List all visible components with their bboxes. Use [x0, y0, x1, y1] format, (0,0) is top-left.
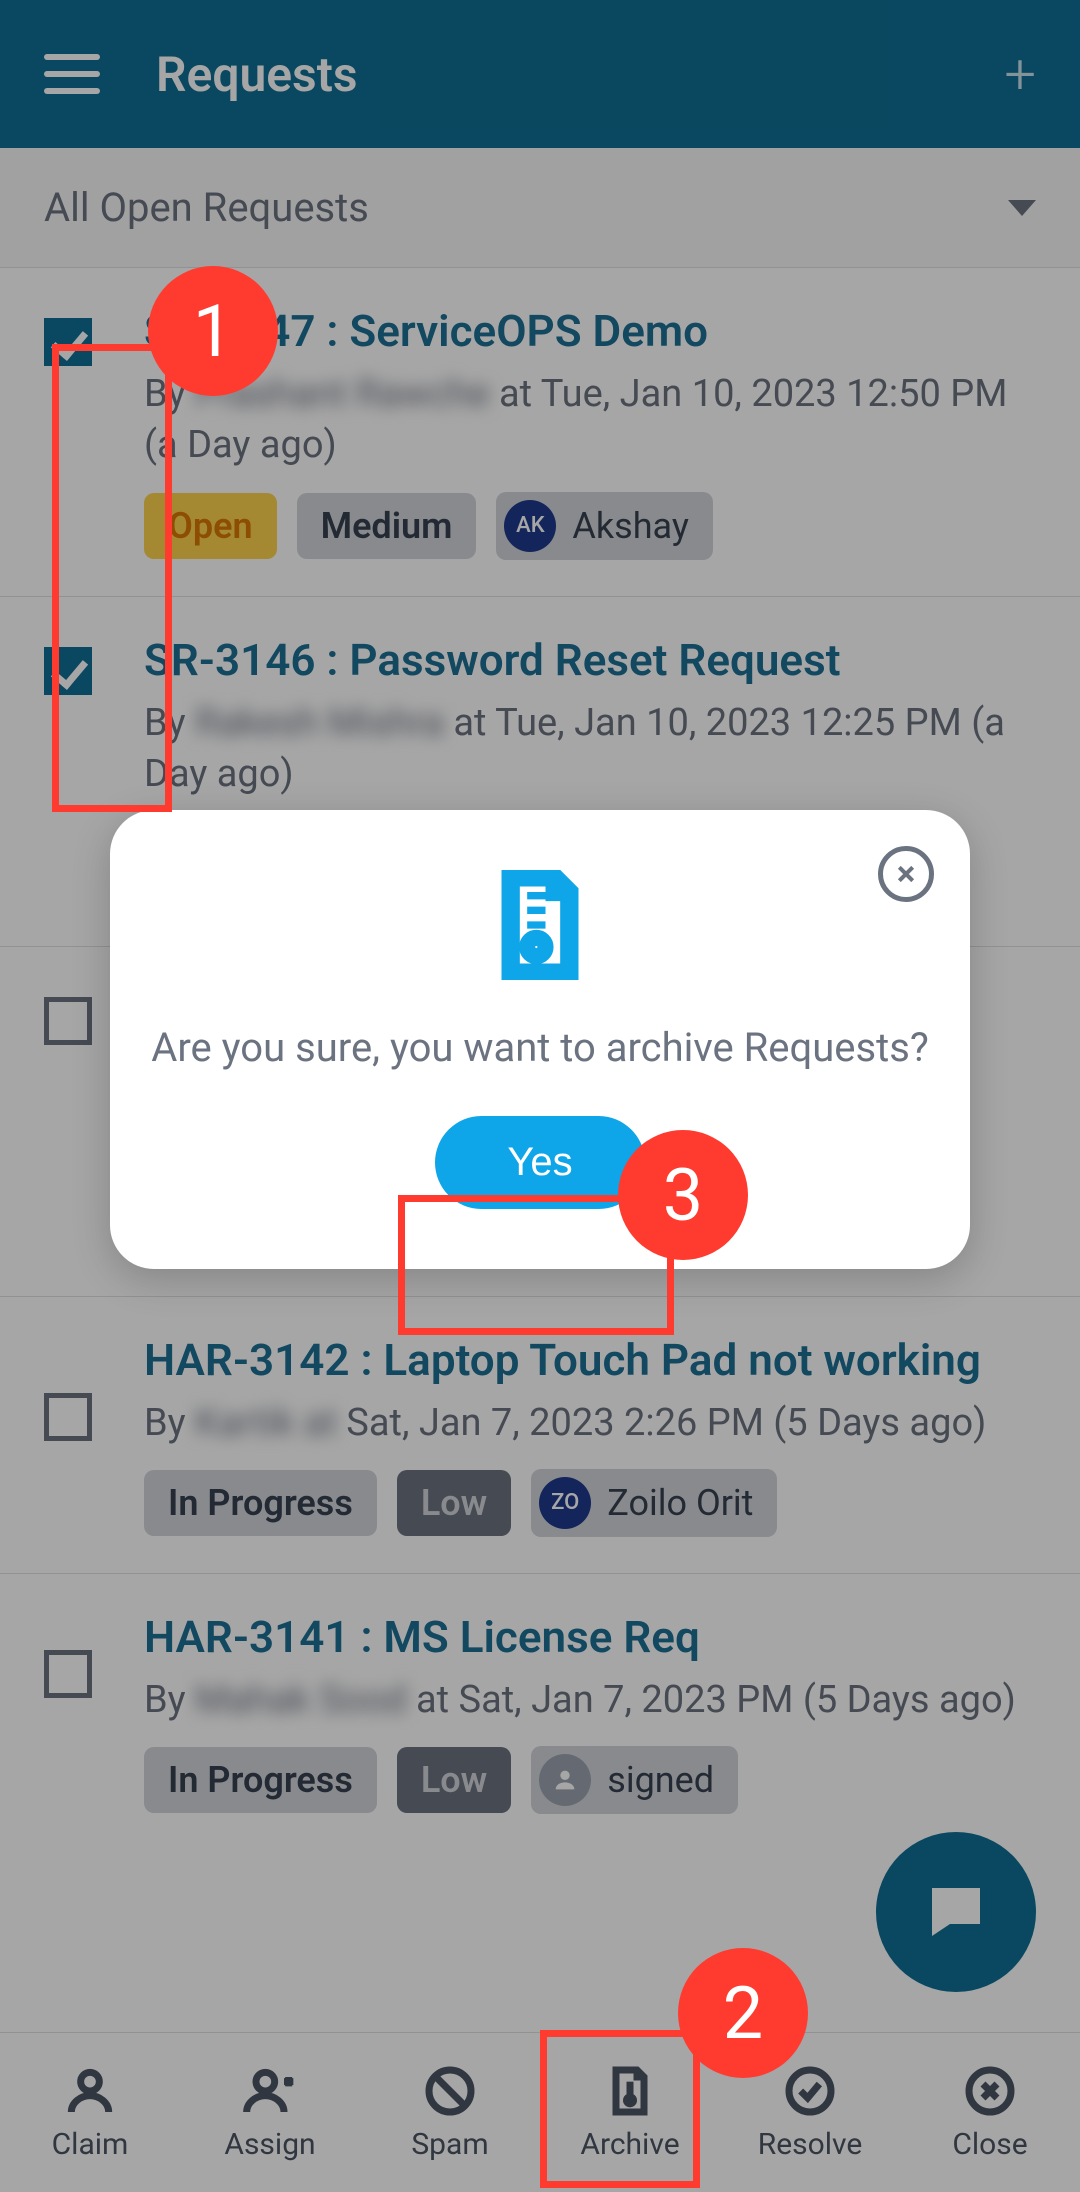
modal-message: Are you sure, you want to archive Reques…	[150, 1020, 930, 1076]
annotation-callout-3: 3	[618, 1130, 748, 1260]
archive-file-icon	[495, 870, 585, 980]
annotation-box-1	[52, 344, 172, 812]
annotation-box-2	[540, 2030, 700, 2188]
app-root: Requests + All Open Requests SR-3147 : S…	[0, 0, 1080, 2192]
modal-close-button[interactable]	[878, 846, 934, 902]
close-icon	[890, 858, 922, 890]
annotation-callout-2: 2	[678, 1948, 808, 2078]
annotation-callout-1: 1	[148, 266, 278, 396]
